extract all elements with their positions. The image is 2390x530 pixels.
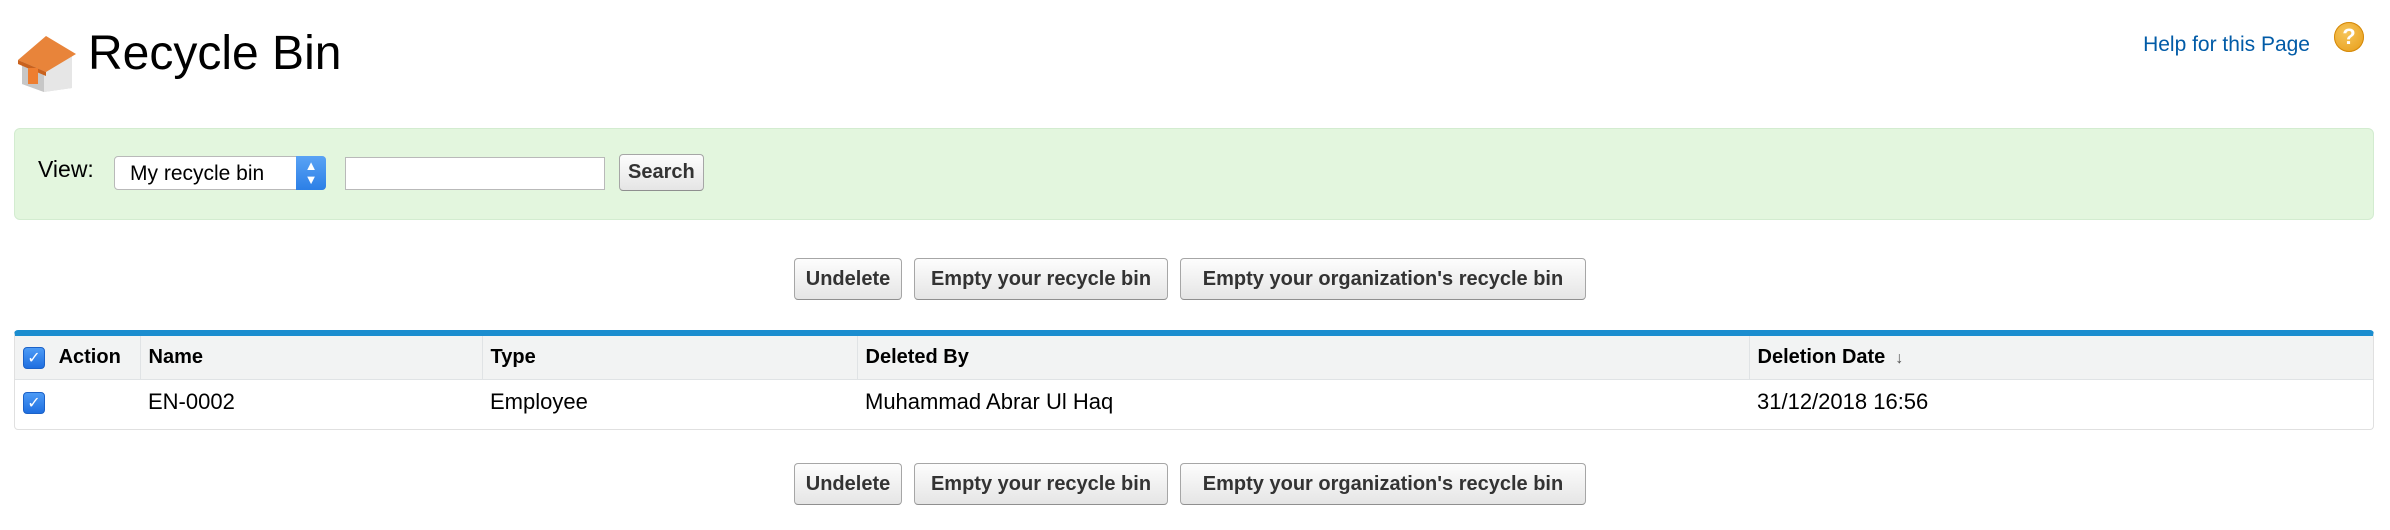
filter-bar: View: My recycle bin ▲ ▼ Search <box>14 128 2374 220</box>
row-action-cell: ✓ <box>15 380 140 425</box>
house-icon <box>18 36 76 92</box>
row-type: Employee <box>490 389 588 414</box>
search-input[interactable] <box>345 157 605 190</box>
row-deletion-date: 31/12/2018 16:56 <box>1757 389 1929 414</box>
sort-desc-icon: ↓ <box>1895 350 1904 367</box>
page-title: Recycle Bin <box>88 27 342 80</box>
view-label: View: <box>38 156 94 182</box>
bottom-action-bar: Undelete Empty your recycle bin Empty yo… <box>0 463 2390 507</box>
view-select[interactable]: My recycle bin ▲ ▼ <box>114 156 326 190</box>
chevron-up-down-icon: ▲ ▼ <box>296 156 326 190</box>
search-button[interactable]: Search <box>619 154 704 191</box>
table-header-row: ✓ Action Name Type Deleted By Deletion D… <box>15 336 2373 380</box>
empty-recycle-bin-button[interactable]: Empty your recycle bin <box>914 258 1168 300</box>
column-name[interactable]: Name <box>139 336 482 380</box>
undelete-button[interactable]: Undelete <box>794 463 902 505</box>
undelete-button[interactable]: Undelete <box>794 258 902 300</box>
empty-org-recycle-bin-button[interactable]: Empty your organization's recycle bin <box>1180 258 1586 300</box>
page-header: Recycle Bin Help for this Page ? <box>14 22 2384 102</box>
question-icon[interactable]: ? <box>2334 22 2364 52</box>
view-select-value: My recycle bin <box>130 162 265 185</box>
row-checkbox[interactable]: ✓ <box>23 392 45 415</box>
column-deletion-date[interactable]: Deletion Date ↓ <box>1748 336 2373 380</box>
empty-org-recycle-bin-button[interactable]: Empty your organization's recycle bin <box>1180 463 1586 505</box>
recycle-bin-table: ✓ Action Name Type Deleted By Deletion D… <box>14 330 2374 430</box>
column-deleted-by[interactable]: Deleted By <box>856 336 1749 380</box>
row-name: EN-0002 <box>148 389 235 414</box>
empty-recycle-bin-button[interactable]: Empty your recycle bin <box>914 463 1168 505</box>
select-all-checkbox[interactable]: ✓ <box>23 346 45 369</box>
column-action: ✓ Action <box>15 336 140 380</box>
table-row: ✓ EN-0002 Employee Muhammad Abrar Ul Haq… <box>15 380 2373 425</box>
help-link[interactable]: Help for this Page <box>2143 30 2310 60</box>
column-type[interactable]: Type <box>481 336 857 380</box>
column-deletion-date-label: Deletion Date <box>1757 346 1886 368</box>
column-action-label: Action <box>58 346 121 368</box>
top-action-bar: Undelete Empty your recycle bin Empty yo… <box>0 258 2390 302</box>
row-deleted-by: Muhammad Abrar Ul Haq <box>865 389 1114 414</box>
